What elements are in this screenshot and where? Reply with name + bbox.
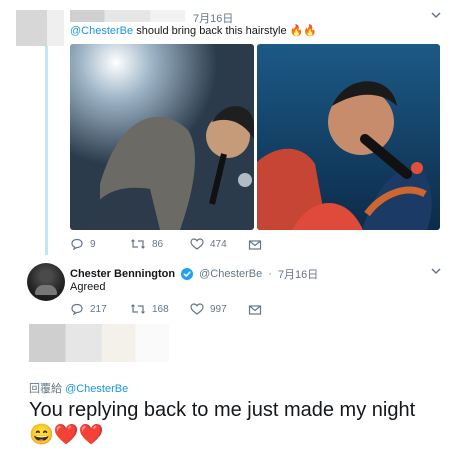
fire-emoji: 🔥🔥 [289,25,318,37]
tweet1-reply-count: 9 [90,238,96,250]
reply-icon [71,303,83,315]
tweet1-retweet-action[interactable]: 86 [130,238,163,250]
tweet2-like-action[interactable]: 997 [190,303,227,315]
thread-line [45,45,48,255]
reply-context: 回覆給 @ChesterBe [29,380,128,396]
tweet2-reply-action[interactable]: 217 [70,303,107,315]
tweet1-mention[interactable]: @ChesterBe [70,25,133,37]
reply-icon [71,238,83,250]
envelope-icon [248,240,262,250]
tweet2-display-name[interactable]: Chester Bennington [70,268,175,280]
tweet1-dm-action[interactable] [248,239,262,251]
tweet2-handle[interactable]: @ChesterBe [199,268,262,280]
verified-badge-icon [181,268,194,280]
heart-outline-icon [190,238,204,250]
envelope-icon [248,305,262,315]
tweet3-emoji: 😄❤️❤️ [29,424,104,446]
tweet1-reply-action[interactable]: 9 [70,238,96,250]
tweet2-date[interactable]: 7月16日 [278,266,318,282]
reply-context-prefix: 回覆給 [29,383,62,395]
chevron-down-icon[interactable] [431,10,441,20]
reply-context-handle[interactable]: @ChesterBe [65,383,128,395]
photo-left[interactable] [70,44,254,230]
avatar-pixelated[interactable] [16,10,64,46]
retweet-icon [131,239,145,249]
tweet2-like-count: 997 [210,303,227,315]
photo-right[interactable] [257,44,440,230]
tweet1-like-action[interactable]: 474 [190,238,227,250]
tweet2-separator: · [268,268,272,280]
tweet1-body: should bring back this hairstyle [136,25,287,37]
tweet2-retweet-count: 168 [152,303,169,315]
tweet3-text: You replying back to me just made my nig… [29,399,416,421]
tweet2-text: Agreed [70,281,106,293]
retweet-icon [131,304,145,314]
tweet2-header: Chester Bennington @ChesterBe · 7月16日 [70,266,318,282]
tweet1-text: @ChesterBe should bring back this hairst… [70,24,317,37]
tweet2-retweet-action[interactable]: 168 [130,303,169,315]
user-name-pixelated[interactable] [70,10,185,22]
tweet2-reply-count: 217 [90,303,107,315]
heart-outline-icon [190,303,204,315]
user-profile-pixelated[interactable] [29,324,169,362]
chevron-down-icon[interactable] [431,266,441,276]
tweet1-like-count: 474 [210,238,227,250]
tweet2-dm-action[interactable] [248,304,262,316]
tweet1-retweet-count: 86 [152,238,164,250]
avatar-detail [35,285,57,295]
chester-avatar[interactable] [27,263,65,301]
